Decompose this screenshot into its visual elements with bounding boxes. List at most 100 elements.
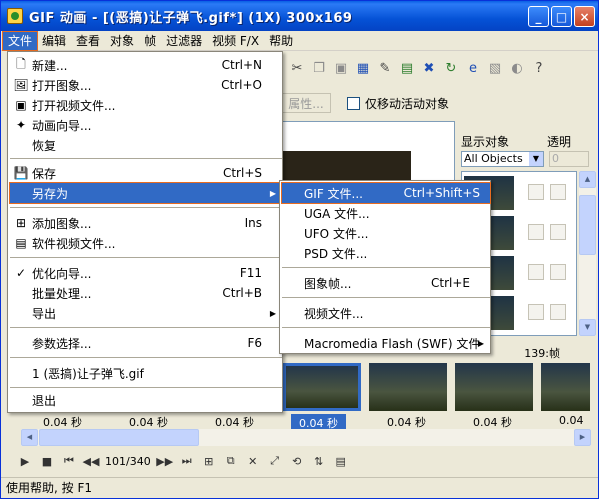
disabled-tool-icon[interactable]: ▧: [485, 58, 505, 78]
menu-item-recent-file[interactable]: 1 (恶搞)让子弹飞.gif: [10, 363, 282, 383]
status-bar: 使用帮助, 按 F1: [1, 477, 598, 498]
menu-file[interactable]: 文件: [1, 30, 39, 51]
flip-icon[interactable]: ⇅: [311, 453, 327, 469]
object-checkbox[interactable]: [550, 304, 566, 320]
save-as-submenu: GIF 文件... Ctrl+Shift+S UGA 文件... UFO 文件..…: [279, 180, 491, 354]
object-checkbox[interactable]: [528, 224, 544, 240]
chevron-down-icon[interactable]: ▼: [529, 152, 543, 166]
frame-thumbnail[interactable]: [369, 363, 447, 411]
scroll-down-icon[interactable]: ▼: [579, 319, 596, 336]
menu-item-save[interactable]: 💾 保存 Ctrl+S: [10, 163, 282, 183]
scroll-thumb[interactable]: [579, 195, 596, 255]
add-video-icon: ▤: [15, 236, 27, 250]
save-icon: 💾: [13, 166, 29, 180]
opacity-header: 透明: [547, 135, 572, 149]
object-checkbox[interactable]: [528, 184, 544, 200]
last-frame-icon[interactable]: ⏭: [179, 453, 195, 469]
rotate-icon[interactable]: ⟲: [289, 453, 305, 469]
menu-item-optimize[interactable]: ✓ 优化向导... F11: [10, 263, 282, 283]
menu-view[interactable]: 查看: [71, 32, 105, 50]
frame-delay[interactable]: 0.04 秒: [387, 414, 426, 430]
submenu-item-psd[interactable]: PSD 文件...: [282, 243, 490, 263]
edit-frame-icon[interactable]: ✎: [375, 58, 395, 78]
object-checkbox[interactable]: [550, 184, 566, 200]
objects-select[interactable]: All Objects ▼: [461, 151, 544, 167]
menu-item-add-video[interactable]: ▤ 软件视频文件...: [10, 233, 282, 253]
menu-edit[interactable]: 编辑: [37, 32, 71, 50]
play-icon[interactable]: ▶: [17, 453, 33, 469]
delete-frame-icon[interactable]: ✕: [245, 453, 261, 469]
last-frame-label: 139:帧: [524, 347, 560, 360]
objects-header: 显示对象: [461, 135, 510, 149]
prev-frame-icon[interactable]: ◀◀: [83, 453, 100, 469]
insert-frame-icon[interactable]: ⊞: [201, 453, 217, 469]
menu-frame[interactable]: 帧: [139, 32, 161, 50]
close-button[interactable]: ×: [574, 6, 595, 27]
disabled-tool2-icon[interactable]: ◐: [507, 58, 527, 78]
minimize-button[interactable]: _: [528, 6, 549, 27]
menu-item-exit[interactable]: 退出: [10, 390, 282, 410]
maximize-button[interactable]: □: [551, 6, 572, 27]
browser-icon[interactable]: e: [463, 58, 483, 78]
first-frame-icon[interactable]: ⏮: [61, 453, 77, 469]
menu-object[interactable]: 对象: [105, 32, 139, 50]
menu-item-save-as[interactable]: 另存为 ▶: [9, 182, 283, 204]
submenu-item-image-frames[interactable]: 图象帧... Ctrl+E: [282, 273, 490, 293]
cut-icon[interactable]: ✂: [287, 58, 307, 78]
object-checkbox[interactable]: [550, 224, 566, 240]
menu-separator: [282, 327, 490, 328]
menu-item-add-image[interactable]: ⊞ 添加图象... Ins: [10, 213, 282, 233]
menu-help[interactable]: 帮助: [264, 32, 298, 50]
object-checkbox[interactable]: [528, 264, 544, 280]
frame-scrollbar[interactable]: ◀ ▶: [21, 429, 591, 446]
player-controls: ▶ ■ ⏮ ◀◀ 101/340 ▶▶ ⏭ ⊞ ⧉ ✕ ⤢ ⟲ ⇅ ▤: [17, 451, 437, 471]
object-checkbox[interactable]: [550, 264, 566, 280]
submenu-arrow-icon: ▶: [269, 308, 276, 318]
submenu-item-gif[interactable]: GIF 文件... Ctrl+Shift+S: [281, 182, 491, 204]
image-icon[interactable]: ▤: [397, 58, 417, 78]
object-checkbox[interactable]: [528, 304, 544, 320]
menu-separator: [10, 257, 282, 258]
menu-item-export[interactable]: 导出 ▶: [10, 303, 282, 323]
frame-delay[interactable]: 0.04 秒: [473, 414, 512, 430]
stop-icon[interactable]: ■: [39, 453, 55, 469]
frame-thumbnail[interactable]: [283, 363, 361, 411]
submenu-item-uga[interactable]: UGA 文件...: [282, 203, 490, 223]
scroll-left-icon[interactable]: ◀: [21, 429, 38, 446]
menu-item-new[interactable]: 🗋 新建... Ctrl+N: [10, 55, 282, 75]
frame-scroll-thumb[interactable]: [39, 429, 199, 446]
copy-icon[interactable]: ❐: [309, 58, 329, 78]
move-active-checkbox[interactable]: [347, 96, 360, 110]
menu-item-open-video[interactable]: ▣ 打开视频文件...: [10, 95, 282, 115]
paste-icon[interactable]: ▣: [331, 58, 351, 78]
menu-item-wizard[interactable]: ✦ 动画向导...: [10, 115, 282, 135]
frame-delay[interactable]: 0.04 秒: [129, 414, 168, 430]
frame-props-icon[interactable]: ▤: [333, 453, 349, 469]
submenu-item-video[interactable]: 视频文件...: [282, 303, 490, 323]
menu-video-fx[interactable]: 视频 F/X: [207, 32, 264, 50]
scroll-up-icon[interactable]: ▲: [579, 171, 596, 188]
object-list-scrollbar[interactable]: ▲ ▼: [579, 171, 596, 336]
frame-delay[interactable]: 0.04 秒: [215, 414, 254, 430]
submenu-item-ufo[interactable]: UFO 文件...: [282, 223, 490, 243]
menu-item-batch[interactable]: 批量处理... Ctrl+B: [10, 283, 282, 303]
frame-delay[interactable]: 0.04 秒: [43, 414, 82, 430]
properties-button[interactable]: 属性...: [281, 93, 331, 113]
move-icon[interactable]: ⤢: [267, 453, 283, 469]
opacity-input[interactable]: 0: [549, 151, 589, 167]
submenu-item-swf[interactable]: Macromedia Flash (SWF) 文件 ▶: [282, 333, 490, 353]
title-bar[interactable]: GIF 动画 - [(恶搞)让子弹飞.gif*] (1X) 300x169 _ …: [1, 1, 598, 31]
help-cursor-icon[interactable]: ?: [529, 58, 549, 78]
frame-thumbnail[interactable]: [455, 363, 533, 411]
duplicate-frame-icon[interactable]: ⧉: [223, 453, 239, 469]
next-frame-icon[interactable]: ▶▶: [156, 453, 173, 469]
menu-filter[interactable]: 过滤器: [161, 32, 207, 50]
frame-icon[interactable]: ▦: [353, 58, 373, 78]
menu-item-revert[interactable]: 恢复: [10, 135, 282, 155]
scroll-right-icon[interactable]: ▶: [574, 429, 591, 446]
delete-icon[interactable]: ✖: [419, 58, 439, 78]
menu-item-preferences[interactable]: 参数选择... F6: [10, 333, 282, 353]
frame-thumbnail[interactable]: [541, 363, 590, 411]
menu-item-open-image[interactable]: 🖼 打开图象... Ctrl+O: [10, 75, 282, 95]
redo-icon[interactable]: ↻: [441, 58, 461, 78]
